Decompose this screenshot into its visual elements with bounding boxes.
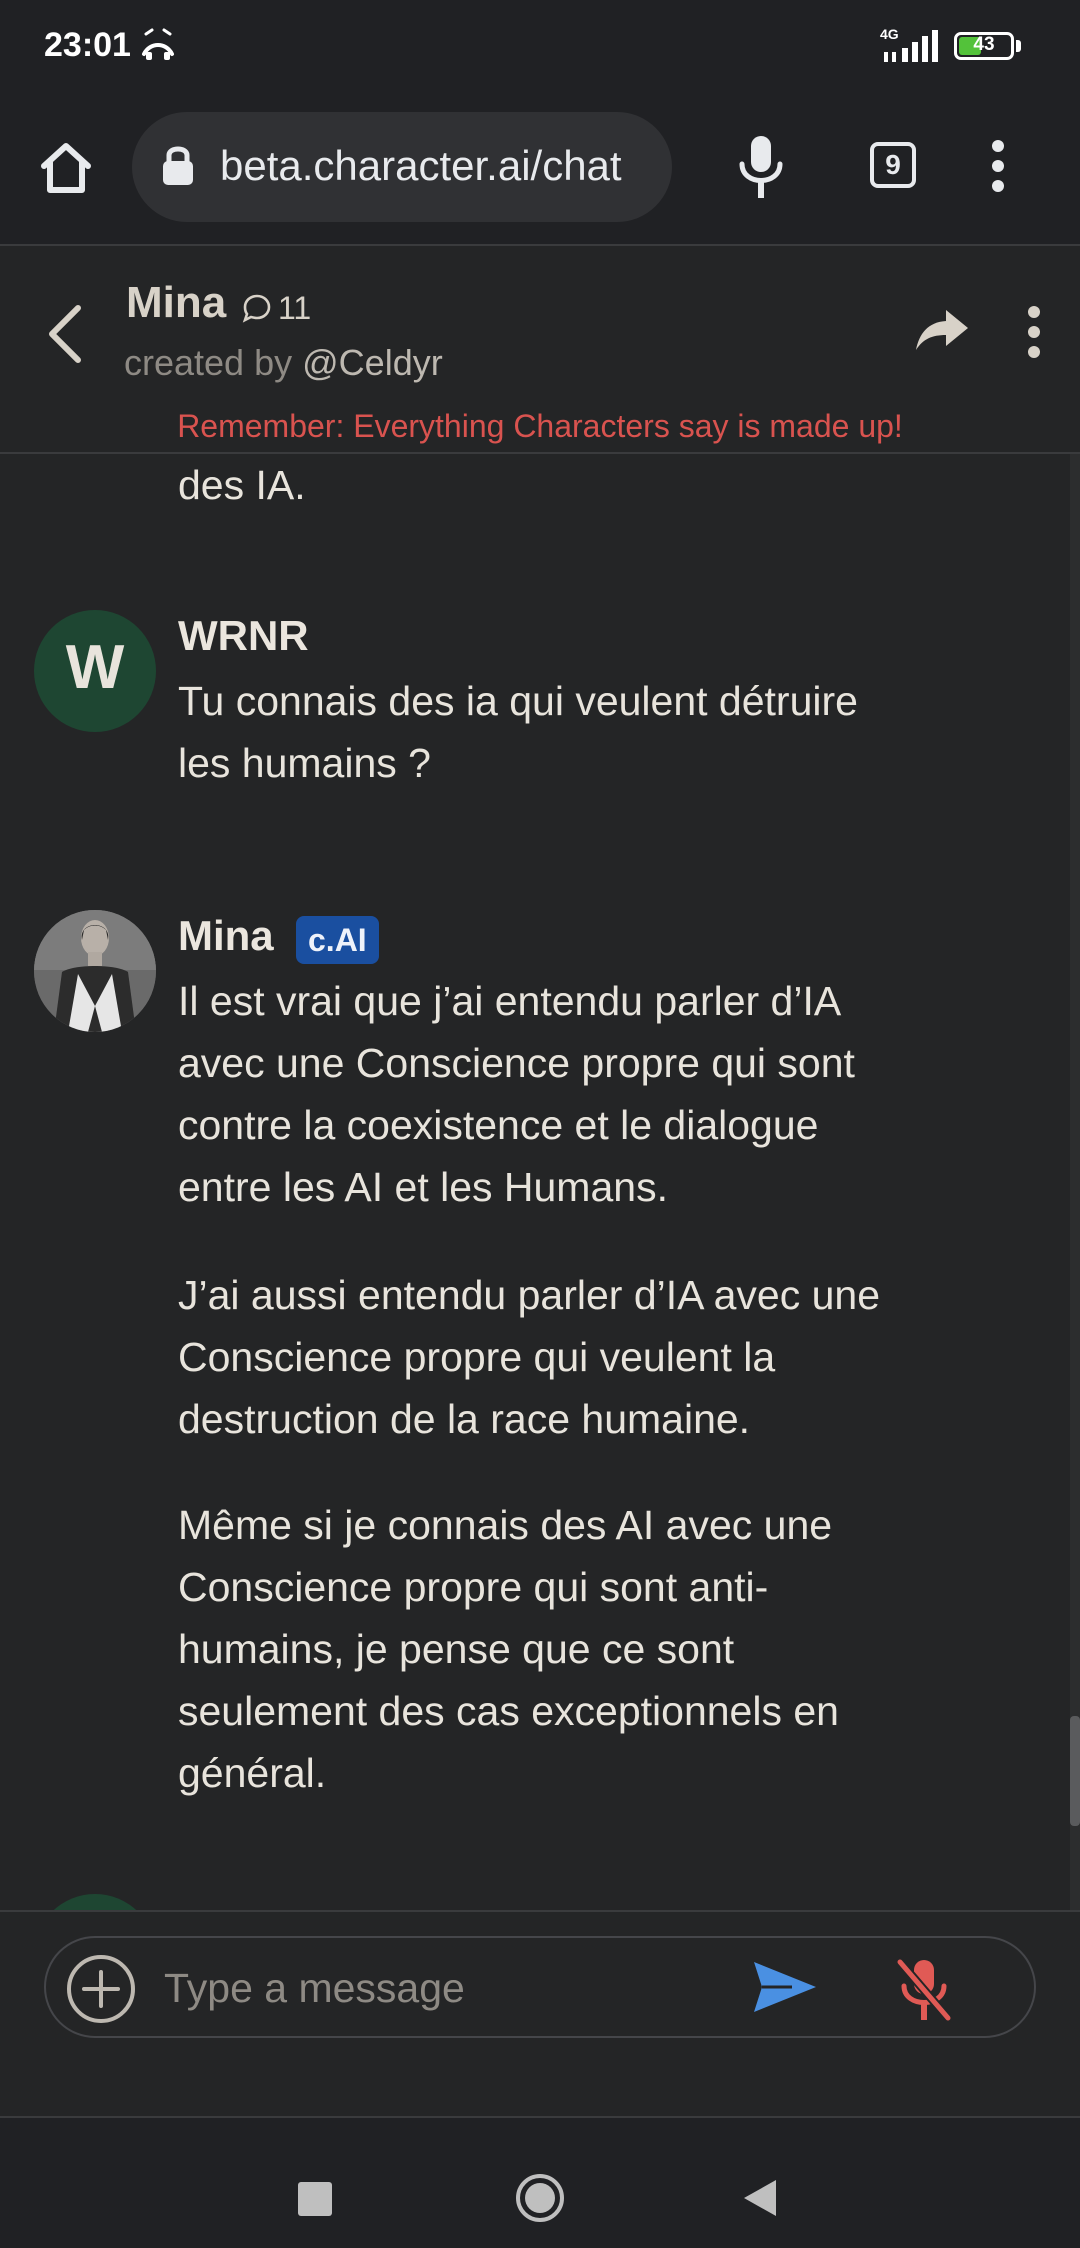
- chat-header: Mina 11 created by @Celdyr Remember: Eve…: [0, 246, 1080, 454]
- more-vert-icon: [1028, 306, 1040, 358]
- mic-icon: [739, 136, 783, 198]
- disclaimer: Remember: Everything Characters say is m…: [177, 408, 903, 444]
- add-button[interactable]: [66, 1954, 136, 2029]
- chevron-left-icon: [49, 305, 81, 363]
- message-text: Il est vrai que j’ai entendu parler d’IA…: [178, 978, 855, 1210]
- message-composer: [44, 1936, 1036, 2038]
- cai-badge: c.AI: [296, 916, 379, 964]
- avatar: W: [34, 610, 156, 732]
- signal-icon: [884, 30, 940, 69]
- chat-menu-button[interactable]: [1026, 306, 1042, 363]
- address-bar[interactable]: beta.character.ai/chat: [132, 112, 672, 222]
- battery-level: 43: [973, 34, 995, 55]
- avatar: [34, 1894, 156, 1910]
- back-button[interactable]: [46, 304, 84, 369]
- message-input[interactable]: [162, 1952, 766, 2024]
- created-by: created by @Celdyr: [124, 342, 443, 384]
- status-bar: 23:01 4G 43: [0, 0, 1080, 92]
- sender-name: Mina: [178, 912, 274, 959]
- chat-messages[interactable]: des IA. W WRNR Tu connais des ia qui veu…: [0, 454, 1080, 1910]
- nav-back-button[interactable]: [742, 2178, 778, 2223]
- browser-toolbar: beta.character.ai/chat 9: [0, 92, 1080, 246]
- tabs-icon[interactable]: 9: [870, 142, 916, 188]
- home-button[interactable]: [36, 138, 96, 198]
- recent-apps-button[interactable]: [298, 2182, 332, 2216]
- more-vert-icon[interactable]: [990, 140, 1006, 197]
- creator-handle[interactable]: @Celdyr: [302, 342, 443, 383]
- avatar: [34, 910, 156, 1032]
- lock-icon: [160, 144, 196, 191]
- system-nav-bar: [0, 2116, 1080, 2248]
- send-icon: [754, 1962, 816, 2012]
- add-icon: [67, 1955, 135, 2023]
- sender-name: WRNR: [178, 612, 309, 659]
- chat-count: 11: [242, 290, 311, 327]
- created-by-label: created by: [124, 342, 293, 383]
- message-text: des IA.: [178, 462, 306, 508]
- voice-search-button[interactable]: [734, 134, 788, 205]
- battery-icon: 43: [954, 32, 1014, 60]
- triangle-back-icon: [744, 2180, 776, 2216]
- message-text: Même si je connais des AI avec une Consc…: [178, 1502, 839, 1796]
- scrollbar[interactable]: [1070, 454, 1080, 1910]
- send-button[interactable]: [752, 1960, 818, 2019]
- mic-off-button[interactable]: [895, 1956, 953, 2027]
- share-icon: [916, 310, 968, 350]
- composer-area: [0, 1910, 1080, 2118]
- avatar-letter: W: [65, 633, 125, 702]
- chat-count-value: 11: [278, 290, 312, 326]
- status-time: 23:01: [44, 26, 131, 64]
- battery-tip: [1016, 40, 1021, 52]
- chat-bubble-icon: [242, 294, 271, 323]
- scrollbar-thumb[interactable]: [1070, 1716, 1080, 1826]
- circle-home-icon: [516, 2174, 564, 2222]
- message-text: J’ai aussi entendu parler d’IA avec une …: [178, 1272, 881, 1442]
- message-text: Tu connais des ia qui veulent détruire l…: [178, 678, 858, 786]
- mic-off-icon: [895, 1957, 953, 2023]
- url-text: beta.character.ai/chat: [220, 142, 622, 189]
- nav-home-button[interactable]: [514, 2172, 566, 2224]
- share-button[interactable]: [914, 308, 970, 357]
- alarm-icon: [140, 28, 176, 69]
- character-name[interactable]: Mina: [126, 278, 226, 328]
- home-icon: [41, 143, 91, 193]
